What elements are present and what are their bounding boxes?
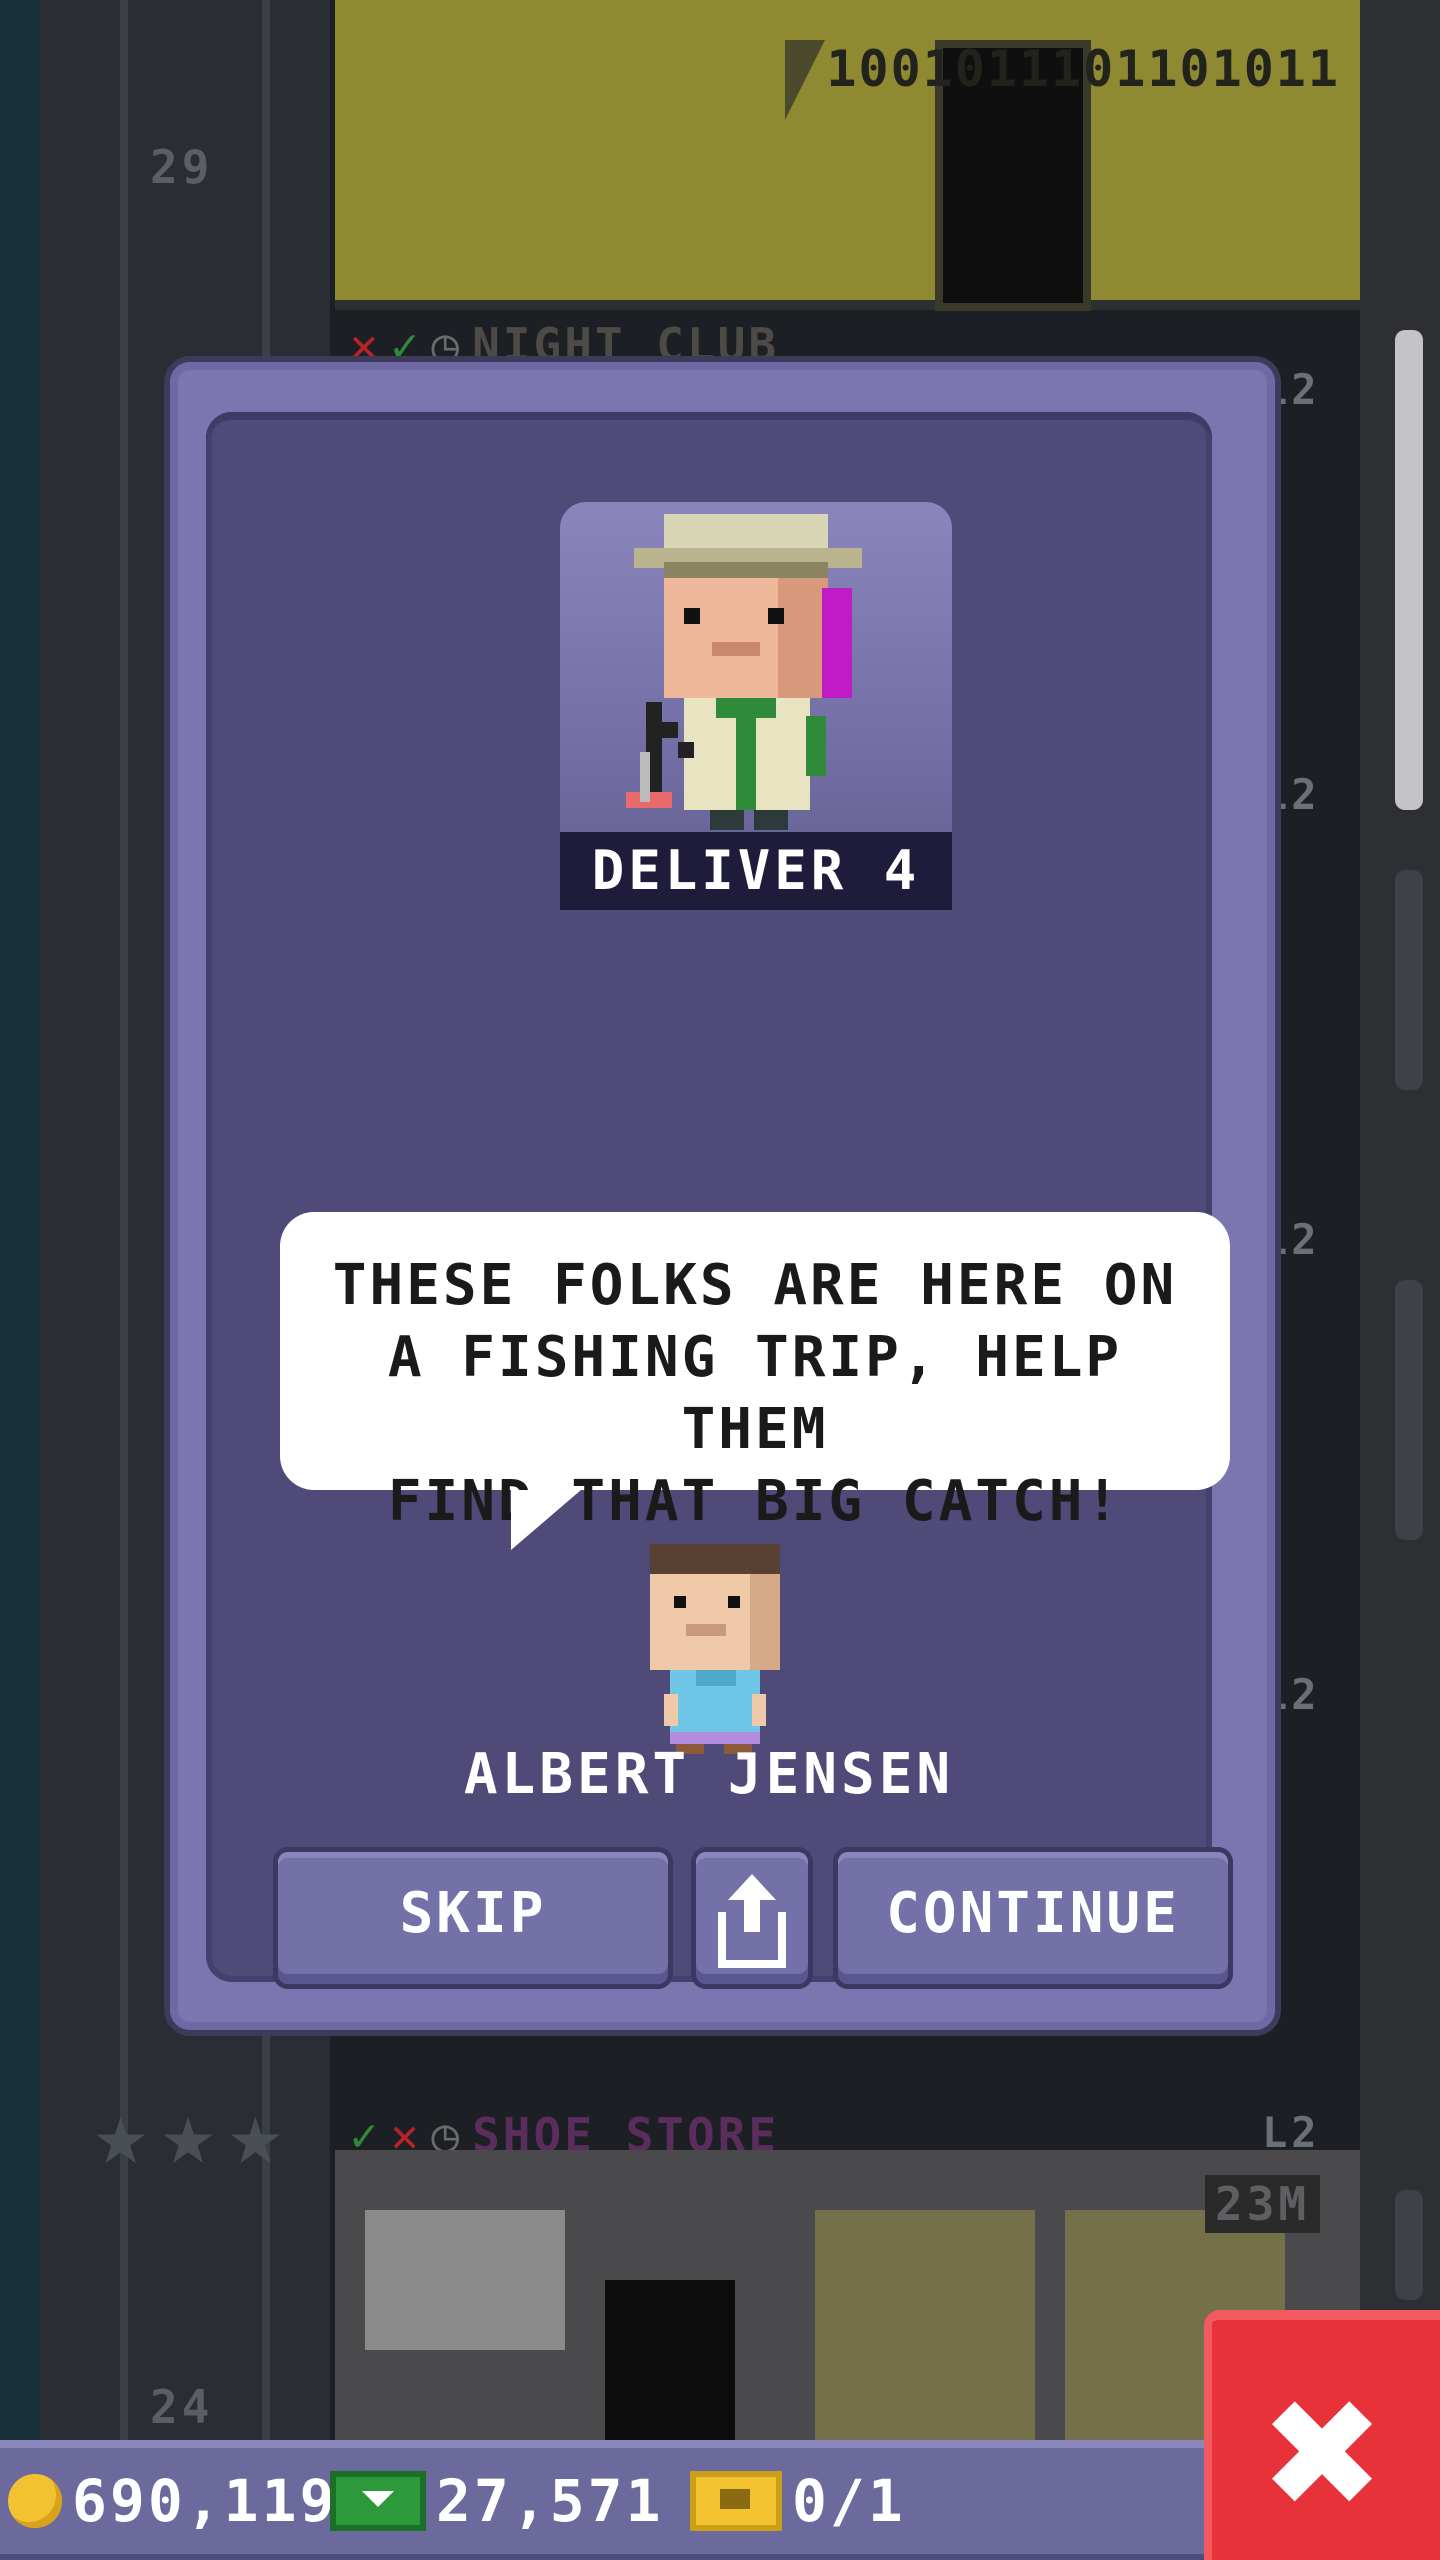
fisherman-portrait (560, 502, 952, 842)
ticket-icon (690, 2471, 782, 2531)
tower-edge (0, 0, 40, 2440)
share-icon (718, 1874, 786, 1968)
cursor-decoration (785, 40, 825, 120)
shoe-shelf (815, 2210, 1035, 2440)
bux-value: 27,571 (436, 2467, 664, 2535)
elevator-rail (120, 0, 128, 2440)
speaker-sprite (650, 1544, 780, 1754)
room-income: 23M (1205, 2175, 1321, 2233)
room-code: 1001011101101011 (826, 40, 1340, 98)
continue-button[interactable]: CONTINUE (838, 1852, 1228, 1984)
floor-rating-stars: ★ ★ ★ (92, 2110, 284, 2174)
coin-icon (8, 2474, 62, 2528)
office-room[interactable]: 1001011101101011 (335, 0, 1360, 311)
quest-objective: DELIVER 4 (560, 832, 952, 910)
close-icon: ✖ (1259, 2368, 1385, 2542)
speaker-name: ALBERT JENSEN (463, 1742, 955, 1807)
scroll-handle[interactable] (1395, 330, 1423, 810)
side-indicator (1395, 2190, 1423, 2300)
bux-icon (330, 2471, 426, 2531)
bux-counter: 27,571 (330, 2466, 664, 2536)
dialog-panel: DELIVER 4 THESE FOLKS ARE HERE ON A FISH… (206, 412, 1230, 1984)
star-icon: ★ (92, 2105, 150, 2179)
speaker-avatar (640, 1544, 780, 1754)
tickets-counter: 0/1 (690, 2466, 906, 2536)
star-icon: ★ (159, 2105, 217, 2179)
vip-mission-dialog: DELIVER 4 THESE FOLKS ARE HERE ON A FISH… (170, 362, 1275, 2030)
dialog-text: THESE FOLKS ARE HERE ON A FISHING TRIP, … (332, 1253, 1178, 1534)
floor-number: 24 (150, 2380, 214, 2434)
side-indicator (1395, 870, 1423, 1090)
store-display (365, 2210, 565, 2350)
floor-number: 29 (150, 140, 214, 194)
skip-button[interactable]: SKIP (278, 1852, 668, 1984)
room-door (605, 2280, 735, 2440)
coins-counter: 690,119 (8, 2466, 337, 2536)
quest-card: DELIVER 4 (560, 502, 952, 910)
tickets-value: 0/1 (792, 2467, 906, 2535)
speech-bubble: THESE FOLKS ARE HERE ON A FISHING TRIP, … (280, 1212, 1230, 1534)
coins-value: 690,119 (72, 2467, 338, 2535)
speech-bubble-tail (511, 1490, 581, 1550)
fisherman-sprite (626, 514, 862, 830)
side-indicator (1395, 1280, 1423, 1540)
share-button[interactable] (696, 1852, 808, 1984)
close-button[interactable]: ✖ (1204, 2310, 1440, 2560)
star-icon: ★ (226, 2105, 285, 2179)
